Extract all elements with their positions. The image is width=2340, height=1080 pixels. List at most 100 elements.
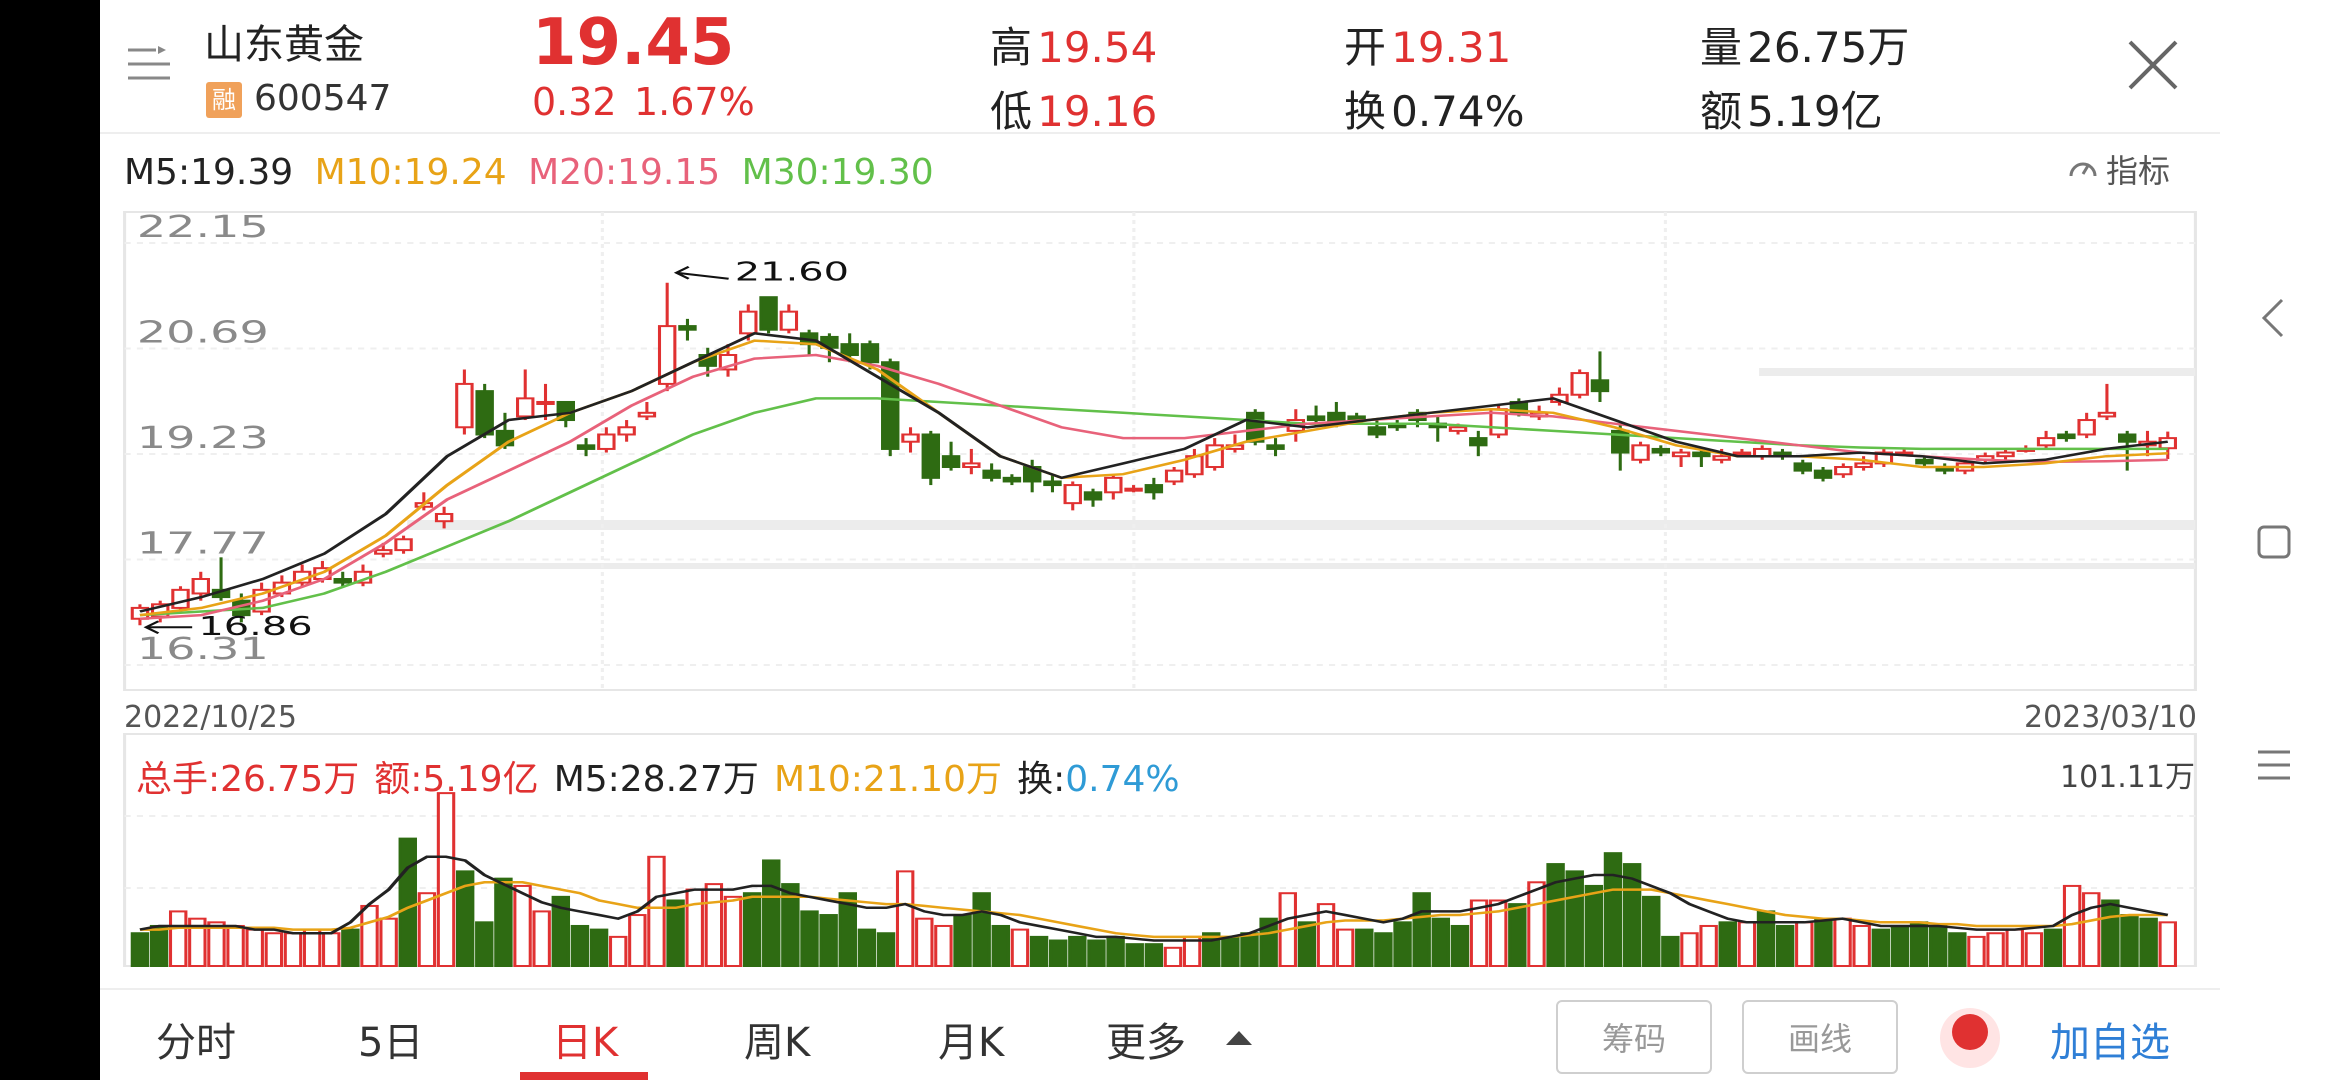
volume-bar <box>1986 932 2005 967</box>
volume-bar <box>1603 852 1623 967</box>
volume-bar <box>1737 921 1757 967</box>
volume-bar <box>1814 917 1833 967</box>
volume-bar <box>2158 921 2177 967</box>
volume-bar <box>149 924 169 968</box>
volume-bar <box>1699 924 1718 968</box>
chips-label: 筹码 <box>1601 1020 1666 1058</box>
volume-bar <box>1029 935 1049 967</box>
volume-bar <box>2024 932 2044 967</box>
tab-intraday[interactable]: 分时 <box>156 1010 236 1068</box>
volume-bar <box>1680 932 1699 967</box>
volume-bar <box>685 888 704 968</box>
draw-line-label: 画线 <box>1787 1020 1852 1058</box>
volume-bar <box>819 914 838 967</box>
volume-bar <box>1355 928 1374 968</box>
volume-bar <box>1144 943 1164 968</box>
volume-bar <box>1833 917 1852 967</box>
volume-chart[interactable] <box>100 0 2220 1000</box>
volume-bar <box>1297 921 1317 967</box>
volume-bar <box>475 921 494 967</box>
volume-bar <box>264 932 284 967</box>
record-icon[interactable] <box>1940 1008 2000 1068</box>
tab-monthly-k[interactable]: 月K <box>938 1010 1004 1068</box>
volume-bar <box>1221 935 1240 967</box>
tab-more-label: 更多 <box>1106 1020 1186 1066</box>
volume-bar <box>417 892 437 968</box>
volume-bar <box>972 892 991 968</box>
volume-bar <box>1106 935 1125 967</box>
volume-bar <box>915 917 934 967</box>
volume-bar <box>857 928 877 968</box>
volume-bar <box>1431 917 1451 967</box>
draw-line-button[interactable]: 画线 <box>1742 1000 1898 1074</box>
volume-bar <box>1661 935 1680 967</box>
volume-bar <box>1240 932 1259 967</box>
volume-bar <box>494 877 513 968</box>
volume-bar <box>2043 928 2063 968</box>
volume-bar <box>379 917 398 967</box>
volume-bar <box>1928 924 1948 968</box>
volume-bar <box>1584 884 1604 967</box>
home-icon[interactable] <box>2256 524 2292 564</box>
volume-bar <box>762 859 781 968</box>
volume-bar <box>245 928 264 968</box>
volume-bar <box>953 914 972 967</box>
volume-bar <box>666 899 685 967</box>
volume-bar <box>895 870 915 967</box>
volume-bar <box>628 914 647 967</box>
system-nav-bar <box>2220 0 2340 1080</box>
volume-bar <box>1890 924 1910 968</box>
volume-bar <box>1527 881 1546 967</box>
volume-bar <box>1125 943 1144 968</box>
volume-bar <box>168 910 188 968</box>
add-watchlist-button[interactable]: 加自选 <box>2050 1010 2170 1068</box>
active-tab-underline <box>520 1072 648 1080</box>
volume-bar <box>1048 939 1068 968</box>
volume-bar <box>341 928 360 968</box>
volume-bar <box>2139 917 2158 967</box>
volume-bar <box>800 910 819 968</box>
volume-bar <box>513 884 532 967</box>
volume-bar <box>1948 932 1967 967</box>
chevron-up-icon <box>1226 1031 1252 1045</box>
tab-daily-k[interactable]: 日K <box>552 1010 618 1068</box>
volume-bar <box>1202 932 1221 967</box>
volume-bar <box>1393 921 1412 967</box>
volume-bar <box>322 932 341 967</box>
volume-bar <box>360 904 379 967</box>
volume-bar <box>1718 921 1737 967</box>
volume-bar <box>876 932 896 967</box>
volume-bar <box>2120 914 2139 967</box>
volume-bar <box>532 910 551 968</box>
volume-bar <box>1010 928 1030 968</box>
volume-bar <box>1068 935 1087 967</box>
volume-bar <box>1909 921 1929 967</box>
volume-bar <box>704 883 724 968</box>
volume-bar <box>1871 928 1891 968</box>
volume-bar <box>608 935 628 967</box>
volume-bar <box>1412 892 1431 968</box>
volume-bar <box>934 924 953 968</box>
volume-bar <box>1967 935 1986 967</box>
volume-bar <box>283 932 303 967</box>
volume-bar <box>1756 910 1776 968</box>
volume-bar <box>1775 924 1795 968</box>
volume-bar <box>2005 928 2024 968</box>
volume-bar <box>436 792 456 967</box>
tab-5day[interactable]: 5日 <box>358 1010 423 1068</box>
tab-weekly-k[interactable]: 周K <box>744 1010 810 1068</box>
volume-bar <box>302 928 322 968</box>
volume-bar <box>1469 899 1489 967</box>
tab-more[interactable]: 更多 <box>1106 1010 1254 1068</box>
recent-apps-icon[interactable] <box>2254 748 2294 786</box>
chips-button[interactable]: 筹码 <box>1556 1000 1712 1074</box>
volume-bar <box>647 855 666 968</box>
volume-bar <box>991 924 1011 968</box>
back-icon[interactable] <box>2258 296 2288 344</box>
volume-bar <box>589 928 609 968</box>
volume-bar <box>1450 924 1470 968</box>
volume-bar <box>2101 899 2120 967</box>
volume-bar <box>742 892 762 968</box>
volume-bar <box>226 924 245 968</box>
volume-bar <box>2082 892 2101 968</box>
